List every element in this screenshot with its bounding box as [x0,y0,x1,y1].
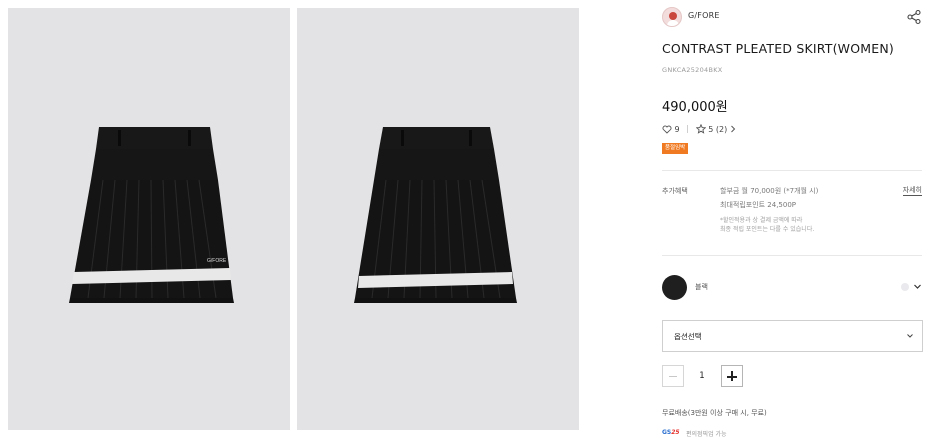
skirt-illustration-1: G/FORE [69,127,234,303]
color-option-dot[interactable] [901,283,909,291]
quantity-value[interactable]: 1 [684,365,720,387]
minus-icon [669,376,677,377]
installment-text: 할부금 월 70,000원 (*7개월 시) [720,187,819,195]
product-price: 490,000원 [662,100,728,115]
product-title: CONTRAST PLEATED SKIRT(WOMEN) [662,41,894,56]
product-code: GNKCA25204BKX [662,66,723,74]
review-count[interactable]: (2) [716,125,727,134]
chevron-down-icon [907,334,913,338]
benefit-note-1: *할인적용과 상 결제 금액에 따라 [720,217,803,224]
benefit-details-link[interactable]: 자세히 [902,186,922,196]
shipping-info: 무료배송(3만원 이상 구매 시, 무료) [662,409,767,417]
brand-row: G/FORE [662,6,924,28]
skirt-logo-text: G/FORE [207,258,227,264]
star-icon [695,124,706,134]
product-info-panel: G/FORE CONTRAST PLEATED SKIRT(WOMEN) GNK… [662,0,924,440]
chevron-down-icon[interactable] [913,282,922,291]
quantity-increase-button[interactable] [721,365,743,387]
meta-divider [687,125,689,133]
divider [662,255,922,256]
likes-count: 9 [674,124,680,134]
product-image-2[interactable] [297,8,579,430]
brand-name[interactable]: G/FORE [688,11,720,20]
heart-icon[interactable] [662,125,672,134]
share-icon[interactable] [906,9,922,25]
points-text: 최대적립포인트 24,500P [720,201,797,209]
quantity-decrease-button[interactable] [662,365,684,387]
skirt-illustration-2 [354,127,517,303]
status-badge: 품절임박 [662,143,689,154]
brand-logo[interactable] [662,7,682,27]
gs25-logo: GS25 [662,428,680,437]
chevron-right-icon[interactable] [730,125,736,133]
gs25-logo-text-b: 25 [671,429,680,436]
rating-value: 5 [708,124,714,134]
benefit-label: 추가혜택 [662,187,688,195]
product-image-1[interactable]: G/FORE [8,8,290,430]
product-meta: 9 5 (2) [662,124,736,134]
option-select[interactable]: 옵션선택 [662,320,923,352]
color-name: 블랙 [695,283,708,291]
color-swatch[interactable] [662,275,687,300]
gs25-logo-text-a: GS [662,429,672,436]
store-pickup-text: 편의점픽업 가능 [686,431,727,438]
divider [662,170,922,171]
benefit-note-2: 최종 적립 포인트는 다를 수 있습니다. [720,226,815,233]
option-select-label: 옵션선택 [674,332,702,341]
